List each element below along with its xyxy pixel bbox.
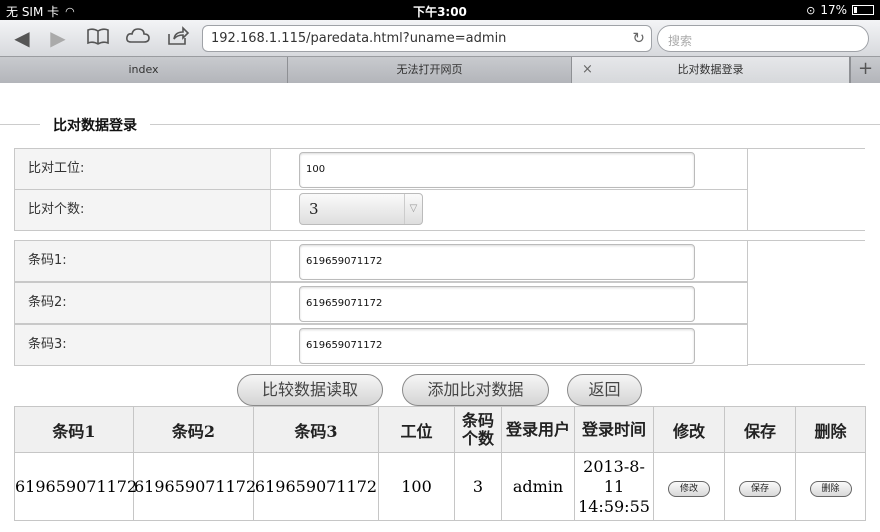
cell-count: 3 <box>454 452 502 521</box>
add-tab-button[interactable]: + <box>850 57 880 83</box>
barcode2-row: 条码2: 619659071172 <box>14 282 748 324</box>
cell-edit: 修改 <box>653 452 725 521</box>
column-header: 登录用户 <box>501 406 575 453</box>
column-header: 工位 <box>378 406 455 453</box>
station-input[interactable]: 100 <box>299 152 695 188</box>
tab-index[interactable]: index <box>0 57 288 83</box>
table-header-row: 条码1 条码2 条码3 工位 条码个数 登录用户 登录时间 修改 保存 删除 <box>14 406 866 453</box>
tab-compare-login[interactable]: × 比对数据登录 <box>572 57 850 83</box>
forward-icon[interactable]: ▶ <box>44 26 72 50</box>
right-panel-bottom <box>748 240 865 365</box>
right-panel-top <box>748 148 865 231</box>
battery-percent: 17% <box>820 3 847 17</box>
column-header: 删除 <box>795 406 866 453</box>
tab-label: 比对数据登录 <box>677 63 744 76</box>
station-label: 比对工位: <box>15 149 271 189</box>
data-table: 条码1 条码2 条码3 工位 条码个数 登录用户 登录时间 修改 保存 删除 6… <box>14 406 866 521</box>
tab-cannot-open[interactable]: 无法打开网页 <box>288 57 572 83</box>
page-content: 比对数据登录 比对工位: 100 比对个数: 3 ▽ 条码1: 61965907… <box>0 84 880 532</box>
cell-save: 保存 <box>724 452 796 521</box>
tab-label: 无法打开网页 <box>396 63 463 76</box>
column-header: 条码个数 <box>454 406 502 453</box>
search-input[interactable]: 搜索 <box>657 25 869 52</box>
save-button[interactable]: 保存 <box>739 481 781 497</box>
share-icon[interactable] <box>164 26 192 50</box>
status-time: 下午3:00 <box>413 5 467 19</box>
barcode2-label: 条码2: <box>15 283 271 323</box>
cell-time: 2013-8-11 14:59:55 <box>574 452 654 521</box>
url-text: 192.168.1.115/paredata.html?uname=admin <box>211 31 507 46</box>
cell-barcode2: 619659071172 <box>133 452 256 521</box>
column-header: 条码1 <box>14 406 134 453</box>
count-value: 3 <box>309 200 319 218</box>
cell-delete: 删除 <box>795 452 866 521</box>
chevron-down-icon: ▽ <box>404 194 422 224</box>
form-legend: 比对数据登录 <box>40 115 150 135</box>
cell-user: admin <box>501 452 575 521</box>
icloud-icon[interactable] <box>124 26 152 50</box>
column-header: 修改 <box>653 406 725 453</box>
edit-button[interactable]: 修改 <box>668 481 710 497</box>
barcode1-label: 条码1: <box>15 241 271 281</box>
back-button[interactable]: 返回 <box>567 374 642 406</box>
add-compare-data-button[interactable]: 添加比对数据 <box>402 374 549 406</box>
browser-toolbar: ◀ ▶ 192.168.1.115/paredata.html?uname=ad… <box>0 20 880 57</box>
barcode3-row: 条码3: 619659071172 <box>14 324 748 366</box>
barcode1-row: 条码1: 619659071172 <box>14 240 748 282</box>
delete-button[interactable]: 删除 <box>809 481 852 497</box>
url-field[interactable]: 192.168.1.115/paredata.html?uname=admin … <box>202 25 652 52</box>
barcode3-label: 条码3: <box>15 325 271 365</box>
count-row: 比对个数: 3 ▽ <box>14 189 748 231</box>
column-header: 保存 <box>724 406 796 453</box>
battery-icon <box>852 5 874 15</box>
barcode1-input[interactable]: 619659071172 <box>299 244 695 280</box>
count-label: 比对个数: <box>15 190 271 230</box>
station-row: 比对工位: 100 <box>14 148 748 190</box>
tab-bar: index 无法打开网页 × 比对数据登录 + <box>0 57 880 83</box>
close-tab-icon[interactable]: × <box>582 57 593 83</box>
battery-fill <box>854 7 857 13</box>
cell-barcode3: 619659071172 <box>253 452 379 521</box>
back-icon[interactable]: ◀ <box>8 26 36 50</box>
column-header: 登录时间 <box>574 406 654 453</box>
bookmarks-icon[interactable] <box>84 26 112 50</box>
column-header: 条码2 <box>133 406 254 453</box>
status-bar: 无 SIM 卡 ◠ 下午3:00 ⊙ 17% <box>0 0 880 20</box>
rotation-lock-icon: ⊙ <box>806 3 816 17</box>
reload-icon[interactable]: ↻ <box>632 29 645 47</box>
status-right: ⊙ 17% <box>806 3 874 17</box>
read-compare-data-button[interactable]: 比较数据读取 <box>237 374 383 406</box>
barcode3-input[interactable]: 619659071172 <box>299 328 695 364</box>
cell-station: 100 <box>378 452 455 521</box>
barcode2-input[interactable]: 619659071172 <box>299 286 695 322</box>
cell-barcode1: 619659071172 <box>14 452 137 521</box>
table-row: 619659071172 619659071172 619659071172 1… <box>14 452 866 521</box>
column-header: 条码3 <box>253 406 379 453</box>
count-select[interactable]: 3 ▽ <box>299 193 423 225</box>
tab-label: index <box>128 63 159 76</box>
